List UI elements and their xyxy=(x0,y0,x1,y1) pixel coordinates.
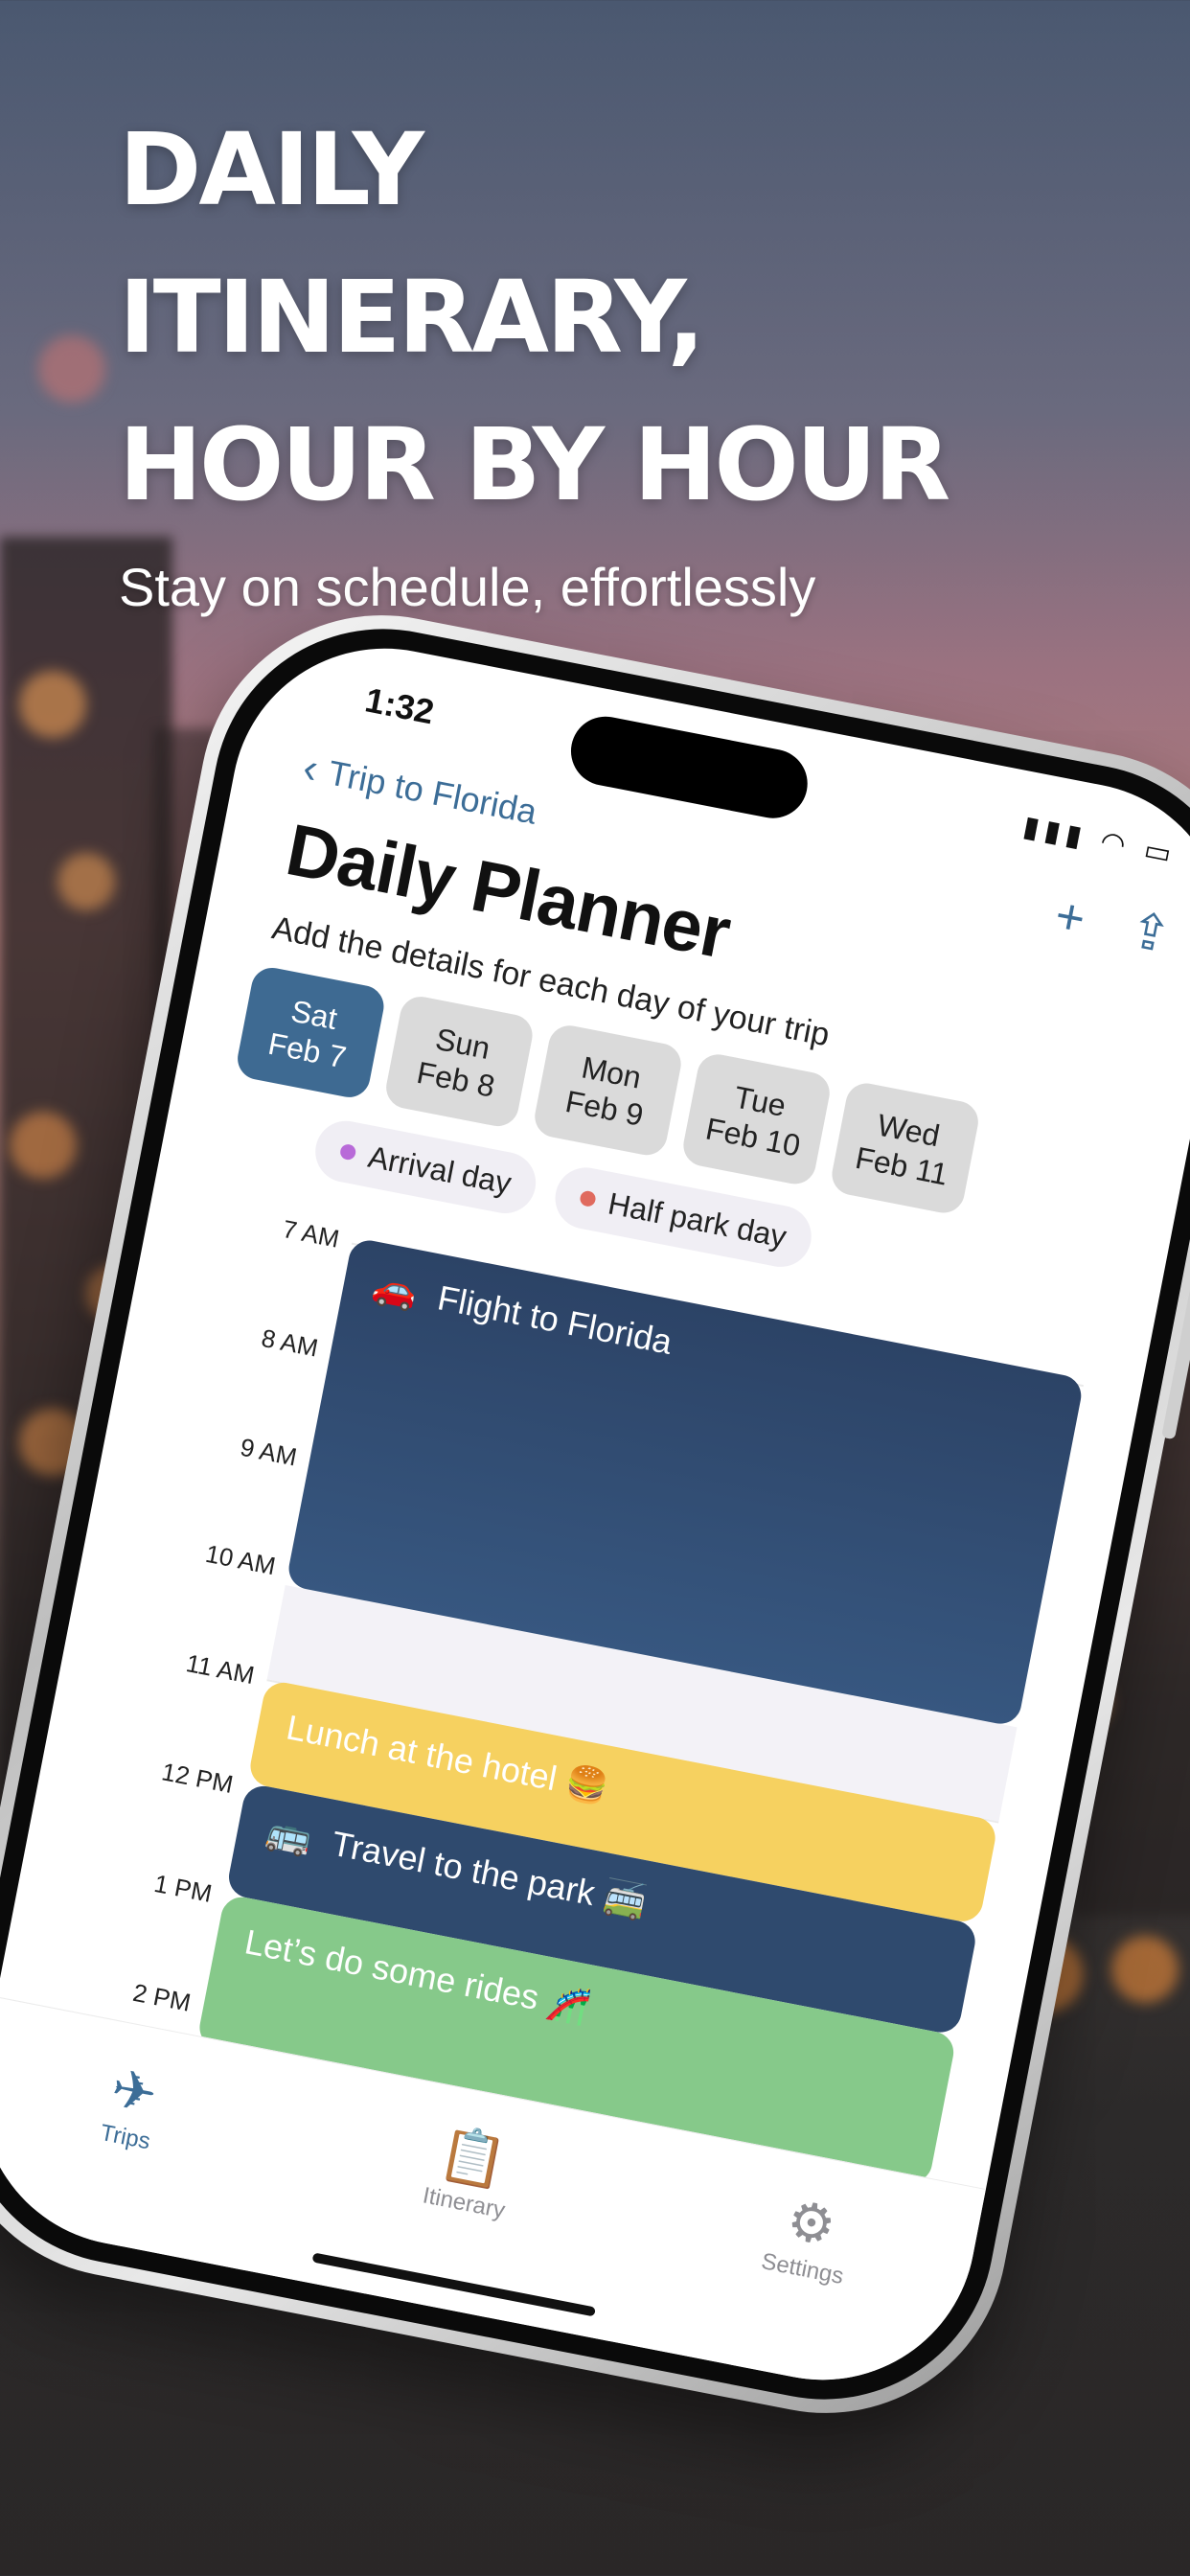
tag-dot xyxy=(579,1189,598,1208)
day-chip-mon[interactable]: Mon Feb 9 xyxy=(531,1022,685,1160)
wifi-icon: ◠ xyxy=(1097,825,1134,862)
hour-label: 11 AM xyxy=(183,1648,258,1690)
share-button[interactable]: ⇪ xyxy=(1124,901,1176,965)
tag-label: Arrival day xyxy=(365,1138,515,1201)
day-chip-sun[interactable]: Sun Feb 8 xyxy=(382,993,537,1130)
signal-icon: ▮▮▮ xyxy=(1020,810,1090,855)
day-date: Feb 7 xyxy=(265,1025,350,1075)
day-chip-tue[interactable]: Tue Feb 10 xyxy=(679,1050,834,1188)
tab-settings[interactable]: ⚙ Settings xyxy=(706,2173,912,2301)
chevron-left-icon: ‹ xyxy=(299,744,323,794)
tab-itinerary[interactable]: 📋 Itinerary xyxy=(367,2106,573,2235)
status-time: 1:32 xyxy=(361,679,438,732)
day-date: Feb 10 xyxy=(702,1111,804,1163)
dynamic-island xyxy=(564,710,813,824)
hour-label: 8 AM xyxy=(259,1322,321,1363)
marketing-headline: DAILY ITINERARY, HOUR BY HOUR xyxy=(119,111,950,523)
status-icons: ▮▮▮ ◠ ▭ xyxy=(1020,810,1179,872)
hour-label: 9 AM xyxy=(238,1432,300,1472)
car-icon: 🚗 xyxy=(369,1266,422,1315)
battery-icon: ▭ xyxy=(1141,834,1180,872)
share-icon: ⇪ xyxy=(1124,902,1177,965)
marketing-subtitle: Stay on schedule, effortlessly xyxy=(119,557,816,617)
tag-dot xyxy=(338,1142,357,1162)
hour-label: 12 PM xyxy=(159,1757,236,1800)
add-button[interactable]: + xyxy=(1050,886,1090,949)
event-title: Flight to Florida xyxy=(434,1277,675,1362)
day-chip-wed[interactable]: Wed Feb 11 xyxy=(828,1079,982,1217)
tag-label: Half park day xyxy=(605,1184,790,1254)
tab-trips[interactable]: ✈ Trips xyxy=(29,2040,235,2169)
bus-icon: 🚌 xyxy=(263,1811,315,1860)
plus-icon: + xyxy=(1050,887,1090,948)
tag-arrival-day[interactable]: Arrival day xyxy=(309,1116,541,1219)
day-chip-sat[interactable]: Sat Feb 7 xyxy=(234,964,388,1101)
hour-label: 7 AM xyxy=(280,1213,342,1254)
hour-label: 1 PM xyxy=(151,1868,215,1908)
hour-label: 10 AM xyxy=(203,1538,279,1581)
